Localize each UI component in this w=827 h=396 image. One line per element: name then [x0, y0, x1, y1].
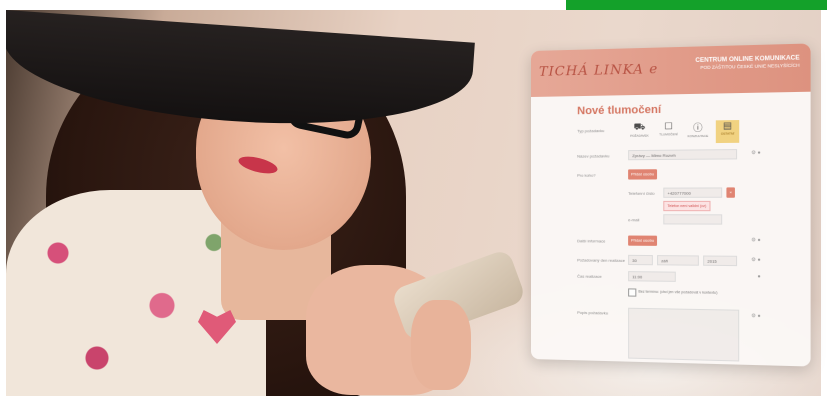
document-icon: ▤ — [722, 120, 733, 131]
for-whom-label: Pro koho? — [577, 172, 596, 178]
date-help-icons: ⚙ ● — [751, 256, 761, 264]
date-label: Požadovaný den realizace — [577, 257, 625, 263]
type-option-consult[interactable]: ⓘ KONZULTACE — [686, 120, 709, 143]
name-help-icons: ⚙ ● — [751, 149, 761, 157]
clipboard-icon: ☐ — [664, 120, 673, 132]
name-label: Název požadavku — [577, 153, 610, 159]
description-help-icons: ⚙ ● — [751, 313, 761, 320]
header-subtitle: POD ZÁŠTITOU ČESKÉ UNIE NESLYŠÍCÍCH — [700, 62, 800, 71]
no-deadline-checkbox[interactable] — [628, 288, 637, 297]
car-icon: ⛟ — [633, 121, 646, 132]
type-option-other[interactable]: ▤ OSTATNÍ — [715, 120, 740, 144]
type-selector: ⛟ POŽADAVEK ☐ TLUMOČENÍ ⓘ KONZULTACE ▤ OSTAT… — [628, 120, 740, 144]
form-title: Nové tlumočení — [577, 103, 662, 118]
phone-label: Telefonní číslo — [628, 190, 655, 196]
day-select[interactable]: 30 — [628, 254, 653, 266]
right-hand — [411, 300, 471, 390]
other-help-icons: ⚙ ● — [751, 237, 761, 244]
add-info-button[interactable]: Přidat osobu — [628, 235, 658, 246]
email-input[interactable] — [663, 214, 723, 225]
floating-form-panel: TICHÁ LINKA e CENTRUM ONLINE KOMUNIKACE … — [531, 43, 811, 367]
description-label: Popis požadavku — [577, 309, 609, 316]
time-help-icon: ● — [757, 273, 761, 280]
time-label: Čas realizace — [577, 273, 602, 279]
phone-error: Telefon není validní (cz) — [663, 200, 711, 212]
other-info-label: Další informace — [577, 238, 606, 244]
type-label: Typ požadavku — [577, 128, 605, 134]
type-option-interpreting[interactable]: ☐ TLUMOČENÍ — [657, 121, 680, 144]
phone-input[interactable]: +420777000 — [663, 187, 723, 198]
month-select[interactable]: září — [657, 255, 699, 266]
email-label: e-mail — [628, 217, 640, 223]
top-green-bar — [566, 0, 827, 10]
year-select[interactable]: 2015 — [703, 255, 738, 267]
no-deadline-label: Bez termínu: (chci jen vše požadovat v k… — [638, 289, 718, 295]
time-select[interactable]: 11:00 — [628, 271, 676, 282]
panel-header: TICHÁ LINKA e CENTRUM ONLINE KOMUNIKACE … — [531, 43, 811, 97]
remove-phone-button[interactable]: × — [726, 187, 735, 198]
name-input[interactable]: Zprávy — Mimo Rozvrh — [628, 149, 738, 161]
add-person-button[interactable]: Přidat osobu — [628, 169, 658, 180]
info-icon: ⓘ — [693, 122, 703, 134]
description-textarea[interactable] — [628, 307, 740, 362]
ticha-linka-logo: TICHÁ LINKA e — [538, 61, 659, 80]
type-option-request[interactable]: ⛟ POŽADAVEK — [628, 121, 651, 144]
